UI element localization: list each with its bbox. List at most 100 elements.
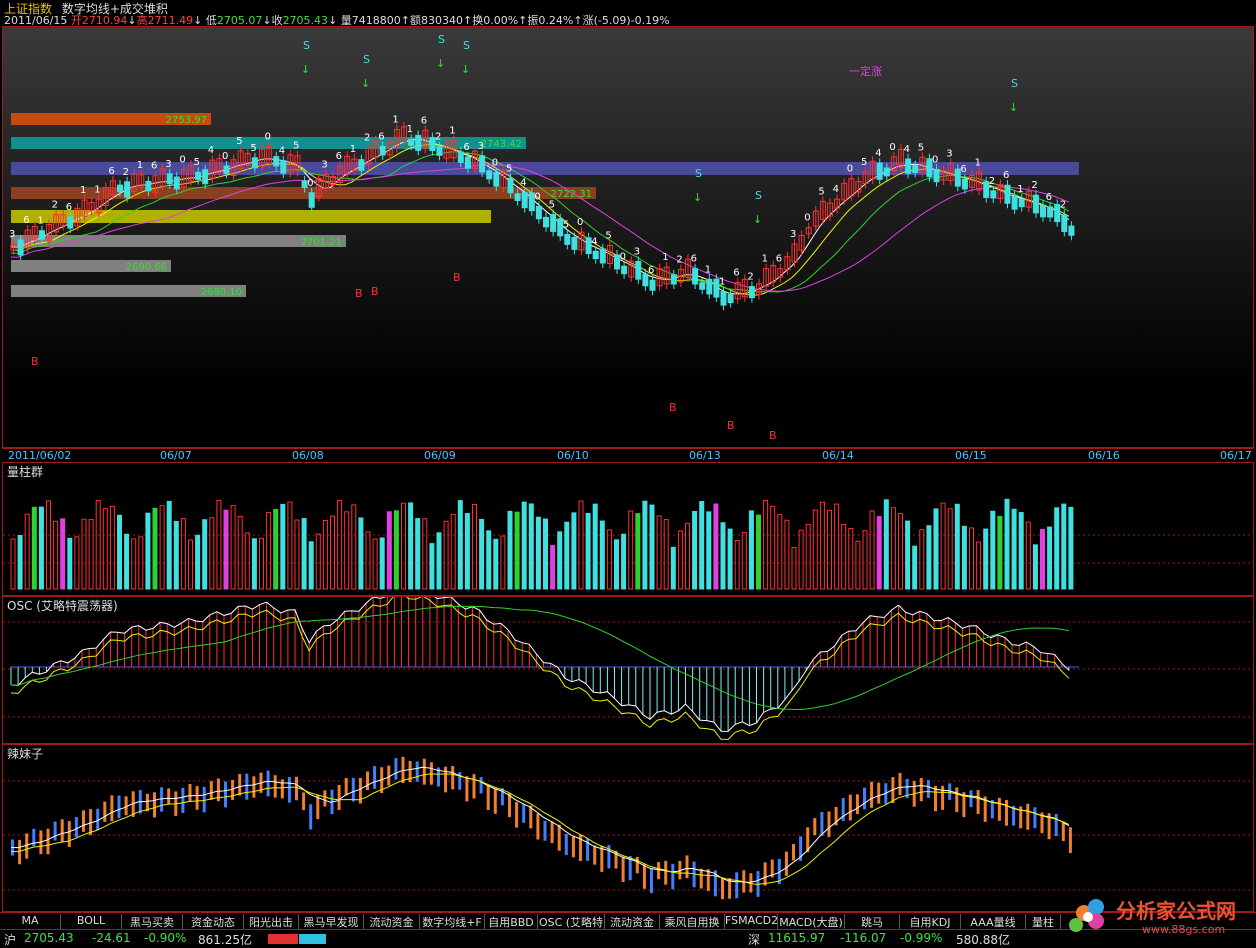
tab-ma[interactable]: MA bbox=[0, 914, 61, 929]
lameizi-bar bbox=[763, 862, 767, 886]
candle-digit-mark: 6 bbox=[648, 265, 654, 276]
tab-macd-dapan[interactable]: MACD(大盘) bbox=[778, 914, 845, 929]
candle-body bbox=[635, 260, 642, 280]
candle-body bbox=[514, 193, 521, 202]
lameizi-bar bbox=[373, 766, 377, 789]
sh-breadth-bar bbox=[268, 934, 326, 944]
tab-shuzi-junxian[interactable]: 数字均线+F bbox=[420, 914, 485, 929]
lameizi-bar bbox=[280, 779, 284, 799]
candle-digit-mark: 4 bbox=[591, 236, 597, 247]
volume-bar bbox=[486, 530, 492, 590]
candle-body bbox=[706, 278, 713, 295]
candle-digit-mark: 0 bbox=[307, 178, 313, 189]
buy-signal-marker: B bbox=[669, 401, 677, 414]
tab-liangzhu[interactable]: 量柱 bbox=[1026, 914, 1061, 929]
tab-fsmacd2[interactable]: FSMACD2 bbox=[725, 914, 778, 929]
lameizi-bar bbox=[600, 846, 604, 872]
volume-bar bbox=[159, 505, 165, 590]
lameizi-bar bbox=[195, 786, 199, 810]
volume-bar bbox=[841, 524, 847, 590]
tab-liudong-zijin[interactable]: 流动资金 bbox=[364, 914, 420, 929]
volume-bar bbox=[685, 522, 690, 590]
volume-bar bbox=[550, 544, 556, 590]
volume-bar bbox=[401, 502, 406, 590]
tab-boll[interactable]: BOLL bbox=[61, 914, 122, 929]
tab-liudong-zijin-2[interactable]: 流动资金 bbox=[605, 914, 660, 929]
date-label: 06/10 bbox=[557, 449, 589, 462]
candle-body bbox=[358, 159, 365, 171]
lameizi-bar bbox=[536, 813, 540, 840]
volume-bar bbox=[1061, 503, 1067, 590]
volume-bar bbox=[17, 535, 23, 590]
lameizi-bar bbox=[997, 797, 1001, 821]
date-label: 06/08 bbox=[292, 449, 324, 462]
candle-digit-mark: 1 bbox=[662, 252, 668, 263]
lameizi-bar bbox=[472, 774, 476, 799]
candle-digit-mark: 4 bbox=[279, 146, 285, 157]
tab-osc[interactable]: OSC (艾略特 bbox=[538, 914, 605, 929]
tab-heima-zao[interactable]: 黑马早发现 bbox=[299, 914, 364, 929]
volume-bar bbox=[173, 520, 179, 590]
volume-bar bbox=[983, 528, 989, 590]
volume-bar bbox=[734, 539, 740, 590]
tab-chengfeng[interactable]: 乘风自用换 bbox=[660, 914, 725, 929]
volume-panel[interactable]: 量柱群 bbox=[2, 462, 1254, 596]
candle-digit-mark: 6 bbox=[336, 151, 342, 162]
volume-bar bbox=[259, 537, 264, 590]
candle-body bbox=[1018, 198, 1025, 208]
lameizi-bar bbox=[67, 821, 71, 847]
lameizi-bar bbox=[238, 773, 242, 796]
lameizi-line-white bbox=[10, 766, 1070, 883]
candle-body bbox=[166, 173, 173, 185]
lameizi-bar bbox=[309, 804, 313, 830]
osc-panel[interactable]: OSC (艾略特震荡器) bbox=[2, 596, 1254, 744]
lameizi-bar bbox=[53, 821, 57, 841]
lameizi-bar bbox=[522, 804, 526, 823]
volume-bar bbox=[443, 520, 449, 590]
candle-body bbox=[912, 165, 919, 173]
volume-bar bbox=[95, 500, 101, 590]
candle-body bbox=[17, 239, 24, 256]
volume-bar bbox=[763, 499, 769, 590]
date-label: 06/14 bbox=[822, 449, 854, 462]
lameizi-bar bbox=[863, 787, 866, 810]
osc-line-yellow bbox=[10, 597, 1070, 740]
candle-body bbox=[543, 216, 549, 228]
volume-bar bbox=[251, 538, 257, 590]
lameizi-bar bbox=[792, 844, 795, 861]
volume-bar bbox=[784, 519, 790, 590]
date-label: 06/15 bbox=[955, 449, 987, 462]
down-arrow-icon: ↓ bbox=[461, 63, 470, 76]
tab-aaa-liangxian[interactable]: AAA量线 bbox=[961, 914, 1026, 929]
volume-bar bbox=[862, 530, 868, 590]
buy-signal-marker: B bbox=[727, 419, 735, 432]
volume-bar bbox=[1018, 512, 1024, 590]
tab-tiaoma[interactable]: 跳马 bbox=[845, 914, 900, 929]
lameizi-bar bbox=[323, 790, 327, 807]
sell-signal-marker: S bbox=[695, 167, 702, 180]
support-level-label: 2753.97 bbox=[166, 115, 207, 126]
candle-body bbox=[550, 214, 557, 232]
tab-heima-maimai[interactable]: 黑马买卖 bbox=[122, 914, 183, 929]
volume-bar bbox=[777, 514, 783, 590]
tab-ziyong-bbd[interactable]: 自用BBD bbox=[485, 914, 538, 929]
candle-digit-mark: 0 bbox=[889, 142, 895, 153]
tab-yangguang[interactable]: 阳光出击 bbox=[244, 914, 299, 929]
volume-bar bbox=[436, 532, 442, 590]
candle-digit-mark: 4 bbox=[833, 184, 839, 195]
tab-zijin-dongtai[interactable]: 资金动态 bbox=[183, 914, 244, 929]
volume-bar bbox=[223, 509, 229, 590]
candle-digit-mark: 0 bbox=[847, 164, 853, 175]
candle-digit-mark: 6 bbox=[108, 166, 114, 177]
candle-digit-mark: 5 bbox=[250, 143, 256, 154]
candle-body bbox=[195, 171, 202, 181]
candle-digit-mark: 4 bbox=[208, 145, 214, 156]
volume-bar bbox=[31, 506, 37, 590]
volume-bar bbox=[1004, 498, 1010, 590]
volume-bar bbox=[933, 508, 939, 590]
date-label: 2011/06/02 bbox=[8, 449, 72, 462]
volume-bar bbox=[990, 510, 996, 590]
volume-bar bbox=[493, 538, 499, 590]
tab-ziyong-kdj[interactable]: 自用KDJ bbox=[900, 914, 961, 929]
main-candlestick-panel[interactable]: 2753.97 2743.42 2722.31 2701.21 2690.66 2680.… bbox=[2, 26, 1254, 448]
